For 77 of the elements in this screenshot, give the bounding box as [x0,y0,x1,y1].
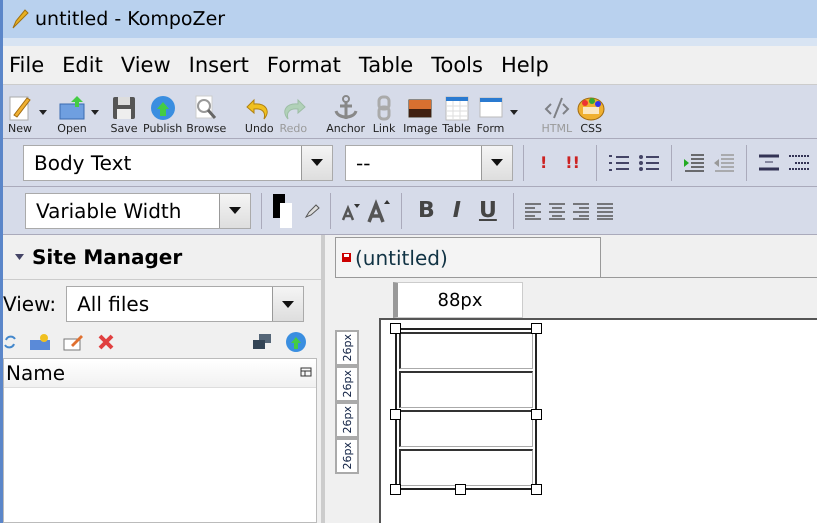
bullet-list-icon[interactable] [636,152,661,172]
toolbar-button[interactable]: Publish [141,94,184,135]
refresh-icon[interactable] [3,334,17,350]
text-style-button[interactable]: U [472,198,503,223]
menu-item[interactable]: Edit [54,53,113,77]
lines-icon[interactable] [756,152,781,172]
column-header[interactable]: Name [4,361,66,385]
row-height-label: 26px [335,366,359,402]
align-right-icon[interactable] [572,202,590,220]
toolbar-button[interactable]: Table [440,94,474,135]
table-cell[interactable] [399,332,533,369]
view-label: View: [3,292,56,316]
lines-icon[interactable] [786,152,811,172]
font-select[interactable]: Variable Width [25,192,251,228]
panel-title: Site Manager [32,245,182,269]
caret-icon [282,300,294,308]
resize-handle[interactable] [531,409,542,420]
page-icon [342,253,351,262]
caret-icon [229,207,241,214]
menu-item[interactable]: View [112,53,181,77]
toolbar-button[interactable]: Undo [242,94,276,135]
indent-icon[interactable] [682,152,706,172]
row-height-label: 26px [335,402,359,438]
class-select[interactable]: -- [345,144,513,180]
resize-handle[interactable] [531,323,542,334]
text-style-button[interactable]: B [412,198,441,223]
align-left-icon[interactable] [524,202,542,220]
toolbar-button[interactable]: Browse [184,94,228,135]
menu-item[interactable]: Help [492,53,559,77]
table-cell[interactable] [399,371,533,408]
numbered-list-icon[interactable] [606,152,631,172]
toolbar-button[interactable]: Image [401,94,440,135]
globe-icon[interactable] [285,331,307,353]
menu-item[interactable]: Format [258,53,351,77]
computers-icon[interactable] [251,333,273,351]
menu-item[interactable]: Table [350,53,424,77]
emphasis-button[interactable]: !! [559,153,586,172]
resize-handle[interactable] [390,409,401,420]
caret-icon [311,159,323,166]
column-width-label: 88px [393,282,523,318]
new-folder-icon[interactable] [29,333,51,351]
toolbar-button[interactable]: New [3,94,55,135]
row-height-label: 26px [335,330,359,366]
dropdown-arrow-icon [39,110,47,114]
edit-icon[interactable] [63,333,85,351]
resize-handle[interactable] [390,484,401,495]
justify-icon[interactable] [596,202,614,220]
dropdown-arrow-icon [91,110,99,114]
window-title: untitled - KompoZer [35,8,226,30]
toolbar-button[interactable]: Open [55,94,107,135]
selected-table[interactable] [389,322,543,496]
menu-item[interactable]: Insert [180,53,259,77]
folder-icon [57,94,87,122]
toolbar-button[interactable]: Form [474,94,526,135]
dropdown-arrow-icon [510,110,518,114]
delete-icon[interactable] [97,333,115,351]
larger-font-icon[interactable] [367,198,391,224]
text-style-button[interactable]: I [446,198,467,223]
menu-item[interactable]: Tools [423,53,493,77]
toolbar-button[interactable]: CSS [574,94,608,135]
toolbar-button[interactable]: Anchor [324,94,368,135]
caret-icon [491,159,503,166]
toolbar-button[interactable]: Link [367,94,402,135]
align-center-icon[interactable] [548,202,566,220]
emphasis-button[interactable]: ! [534,153,554,172]
collapse-arrow-icon[interactable] [15,254,24,260]
resize-handle[interactable] [390,323,401,334]
menu-item[interactable]: File [3,53,54,77]
row-height-label: 26px [335,438,359,474]
paragraph-style-select[interactable]: Body Text [23,144,333,180]
highlighter-icon[interactable] [304,202,320,218]
resize-handle[interactable] [531,484,542,495]
document-tab[interactable]: (untitled) [335,237,601,277]
column-picker-icon[interactable] [300,367,312,379]
view-select[interactable]: All files [66,286,304,322]
toolbar-button[interactable]: Save [107,94,141,135]
resize-handle[interactable] [455,484,466,495]
